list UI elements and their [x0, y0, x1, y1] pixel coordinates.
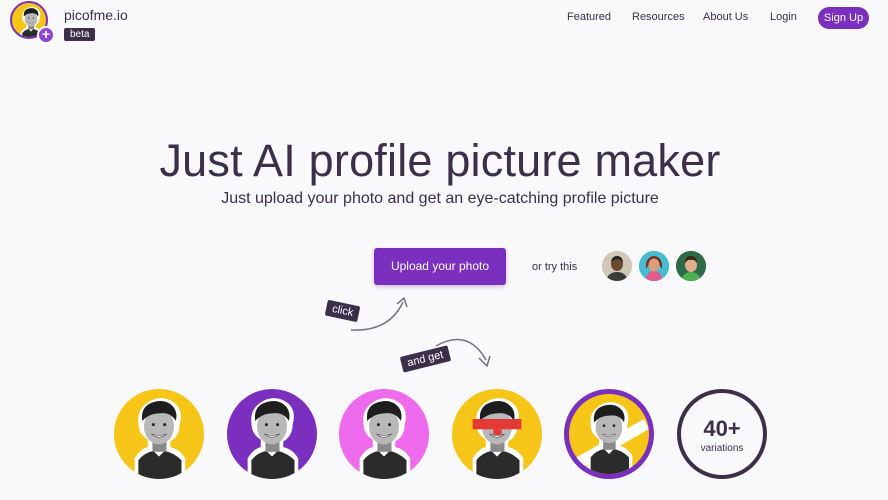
person-photo-icon	[639, 251, 669, 281]
variation-avatar-framed	[564, 389, 654, 479]
variation-avatar-purple	[227, 389, 317, 479]
page-title: Just AI profile picture maker	[159, 135, 721, 186]
portrait-censored-icon	[472, 397, 524, 479]
plus-icon: +	[37, 26, 55, 44]
variations-count-badge: 40+ variations	[677, 389, 767, 479]
try-this-label: or try this	[532, 261, 578, 273]
sample-photo-1[interactable]	[602, 251, 632, 281]
nav-about-us[interactable]: About Us	[703, 11, 748, 23]
variation-avatar-yellow	[114, 389, 204, 479]
beta-badge: beta	[64, 28, 96, 41]
variation-avatar-pink	[339, 389, 429, 479]
nav-featured[interactable]: Featured	[567, 11, 611, 23]
curved-arrow-down-icon	[435, 338, 491, 368]
upload-photo-button[interactable]: Upload your photo	[374, 248, 506, 285]
signup-button[interactable]: Sign Up	[818, 7, 869, 29]
person-photo-icon	[602, 251, 632, 281]
page-subtitle: Just upload your photo and get an eye-ca…	[221, 190, 659, 207]
logo[interactable]: +	[10, 1, 55, 45]
nav-login[interactable]: Login	[770, 11, 797, 23]
brand-name[interactable]: picofme.io	[64, 7, 128, 23]
person-photo-icon	[676, 251, 706, 281]
curved-arrow-up-icon	[350, 296, 408, 331]
nav-resources[interactable]: Resources	[632, 11, 685, 23]
portrait-icon	[570, 401, 649, 474]
portrait-icon	[359, 397, 411, 479]
sample-photo-3[interactable]	[676, 251, 706, 281]
sample-photo-2[interactable]	[639, 251, 669, 281]
variations-count: 40+	[703, 416, 741, 441]
variations-label: variations	[700, 443, 744, 454]
portrait-icon	[134, 397, 186, 479]
variation-avatar-censor-bar	[452, 389, 542, 479]
portrait-icon	[247, 397, 299, 479]
